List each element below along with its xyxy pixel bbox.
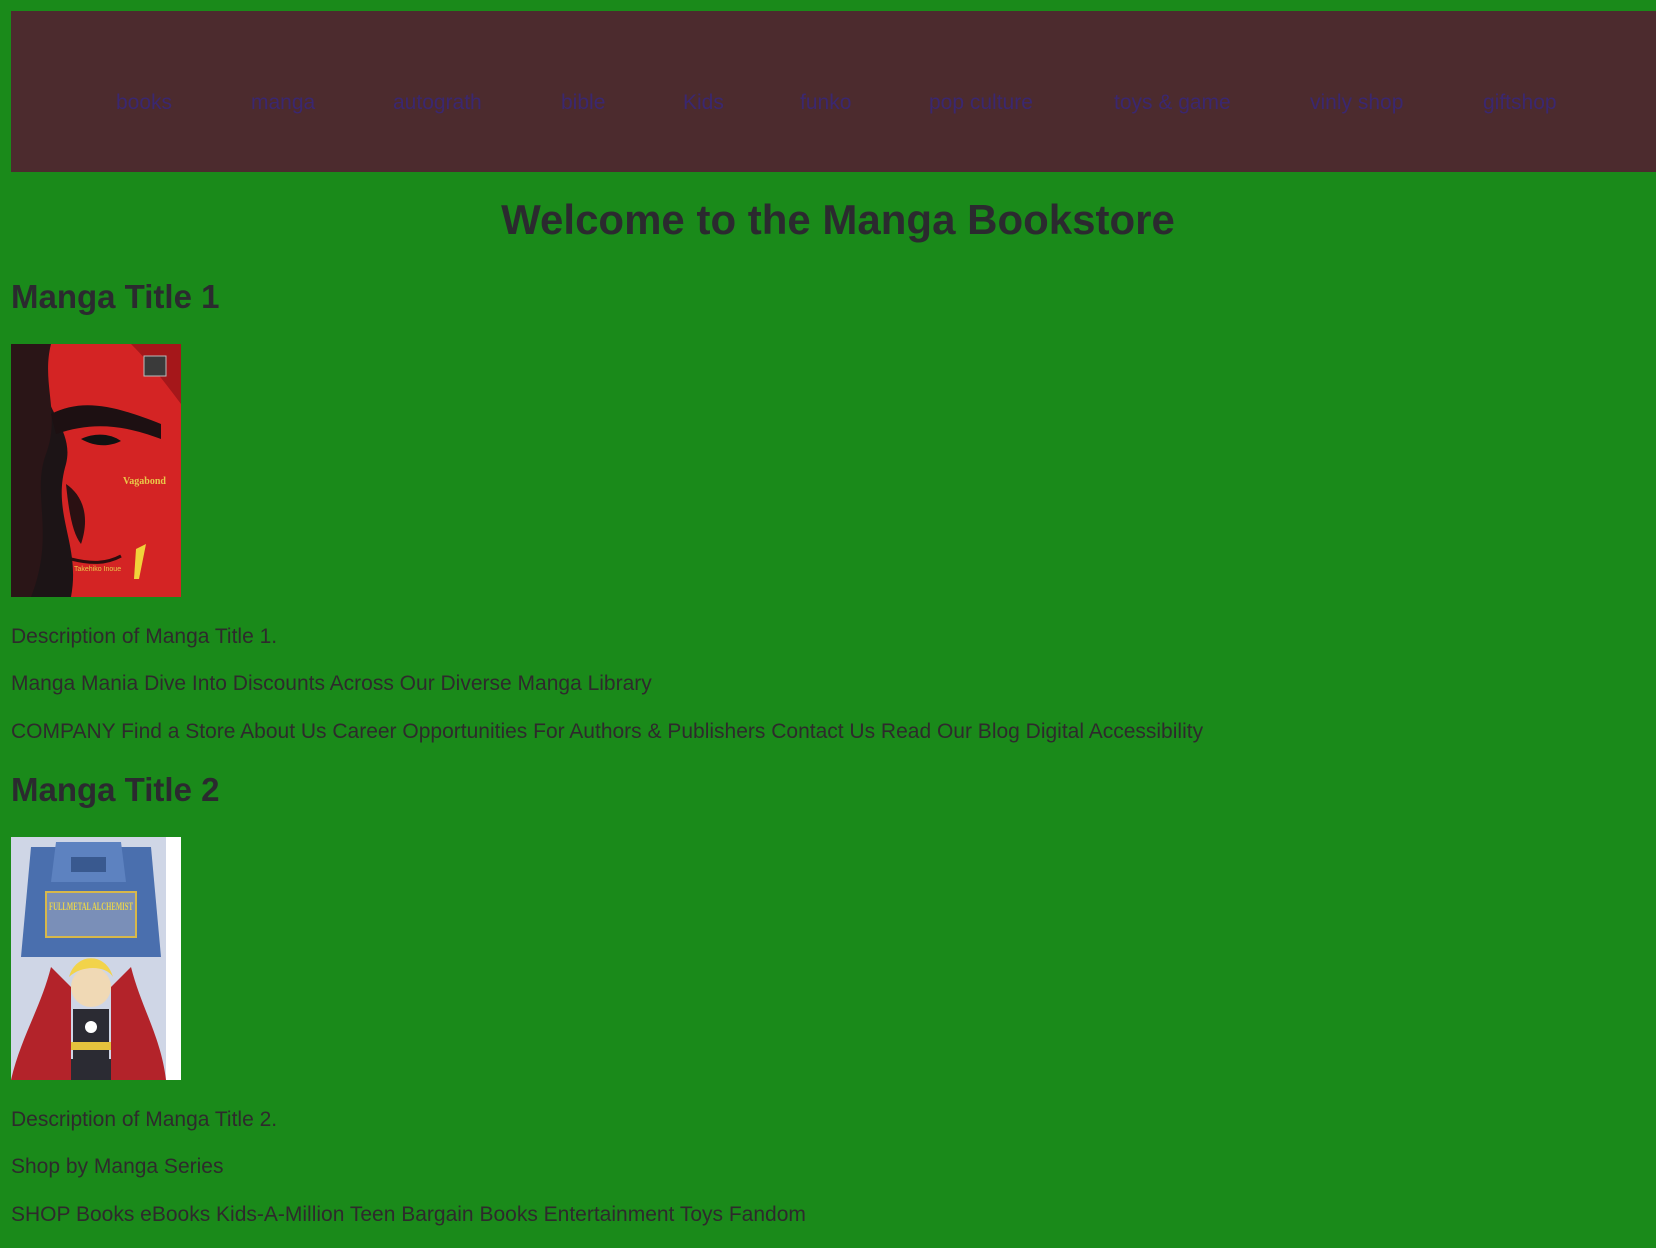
cover-title-text-2: FULLMETAL ALCHEMIST xyxy=(49,899,133,913)
top-navigation-bar: books manga autograth bible Kids funko p… xyxy=(11,11,1656,172)
manga-description-2: Description of Manga Title 2. xyxy=(11,1108,278,1131)
nav-link-toys-and-game[interactable]: toys & game xyxy=(1114,91,1231,115)
nav-link-manga[interactable]: manga xyxy=(251,91,315,115)
nav-link-vinly-shop[interactable]: vinly shop xyxy=(1310,91,1403,115)
cover-title-text: Vagabond xyxy=(123,476,166,487)
page-title: Welcome to the Manga Bookstore xyxy=(501,196,1175,243)
promo-line: Manga Mania Dive Into Discounts Across O… xyxy=(11,672,652,695)
nav-link-books[interactable]: books xyxy=(116,91,172,115)
nav-link-bible[interactable]: bible xyxy=(561,91,605,115)
manga-title-1: Manga Title 1 xyxy=(11,278,220,315)
manga-cover-image-2: FULLMETAL ALCHEMIST xyxy=(11,837,181,1080)
nav-link-kids[interactable]: Kids xyxy=(683,91,724,115)
manga-cover-image-1: Vagabond Takehiko Inoue xyxy=(11,344,181,597)
manga-description-1: Description of Manga Title 1. xyxy=(11,625,278,648)
nav-link-autograth[interactable]: autograth xyxy=(393,91,482,115)
manga-title-2: Manga Title 2 xyxy=(11,771,220,808)
company-links-line: COMPANY Find a Store About Us Career Opp… xyxy=(11,720,1204,743)
shop-links-line: SHOP Books eBooks Kids-A-Million Teen Ba… xyxy=(11,1203,806,1226)
nav-link-pop-culture[interactable]: pop culture xyxy=(929,91,1033,115)
cover-author-text: Takehiko Inoue xyxy=(74,566,121,573)
nav-link-funko[interactable]: funko xyxy=(800,91,851,115)
nav-link-giftshop[interactable]: giftshop xyxy=(1483,91,1557,115)
shop-by-series-line: Shop by Manga Series xyxy=(11,1155,224,1178)
